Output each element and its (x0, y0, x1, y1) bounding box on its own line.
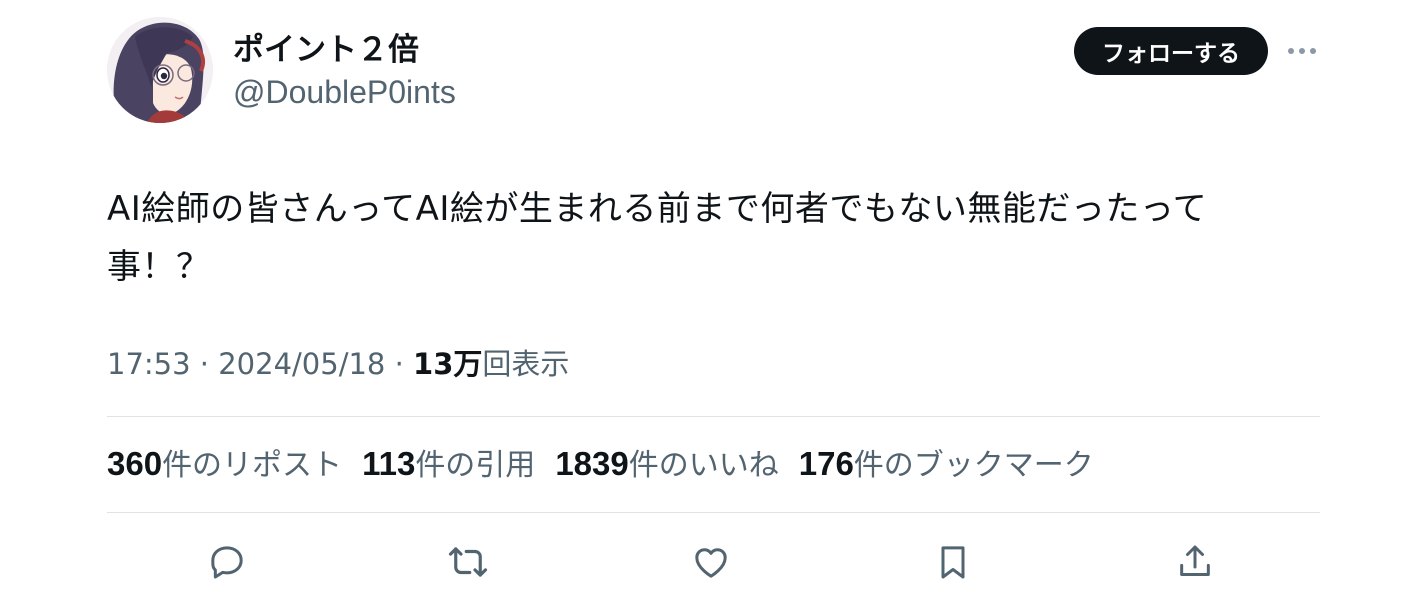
divider (107, 416, 1320, 417)
likes-stat[interactable]: 1839件のいいね (555, 443, 778, 487)
avatar[interactable] (107, 17, 213, 123)
views-count: 13万 (413, 347, 483, 381)
meta-separator: · (385, 347, 414, 381)
engagement-stats: 360件のリポスト 113件の引用 1839件のいいね 176件のブックマーク (107, 443, 1114, 487)
divider (107, 512, 1320, 513)
bookmark-button[interactable] (931, 540, 975, 584)
reposts-count: 360 (107, 445, 163, 482)
tweet-text: AI絵師の皆さんってAI絵が生まれる前まで何者でもない無能だったって 事！？ (107, 189, 1208, 287)
user-handle[interactable]: @DoubleP0ints (233, 72, 456, 112)
bookmarks-label: 件のブックマーク (853, 448, 1094, 483)
tweet-detail: ポイント２倍 @DoubleP0ints フォローする AI絵師の皆さんってAI… (0, 0, 1427, 596)
likes-label: 件のいいね (628, 448, 779, 483)
views-label: 回表示 (482, 347, 570, 381)
bookmark-icon (941, 546, 965, 579)
quotes-label: 件の引用 (415, 448, 536, 483)
share-button[interactable] (1173, 540, 1217, 584)
reply-button[interactable] (205, 540, 249, 584)
repost-button[interactable] (446, 540, 490, 584)
meta-separator: · (190, 347, 219, 381)
tweet-date[interactable]: 2024/05/18 (218, 347, 385, 381)
quotes-count: 113 (362, 445, 416, 482)
reposts-stat[interactable]: 360件のリポスト (107, 443, 342, 487)
tweet-meta: 17:53 · 2024/05/18 · 13万回表示 (107, 343, 569, 385)
bookmarks-count: 176 (798, 445, 854, 482)
reposts-label: 件のリポスト (162, 448, 343, 483)
like-button[interactable] (689, 540, 733, 584)
bookmarks-stat[interactable]: 176件のブックマーク (799, 443, 1094, 487)
display-name[interactable]: ポイント２倍 (233, 30, 419, 70)
more-options-button[interactable] (1284, 36, 1320, 66)
repost-icon (448, 547, 488, 577)
likes-count: 1839 (555, 445, 629, 482)
share-icon (1180, 545, 1210, 576)
follow-button[interactable]: フォローする (1074, 27, 1268, 75)
reply-icon (211, 546, 243, 579)
tweet-time[interactable]: 17:53 (107, 347, 191, 381)
like-icon (695, 548, 727, 578)
more-dots-icon (1288, 48, 1316, 54)
quotes-stat[interactable]: 113件の引用 (362, 443, 535, 487)
